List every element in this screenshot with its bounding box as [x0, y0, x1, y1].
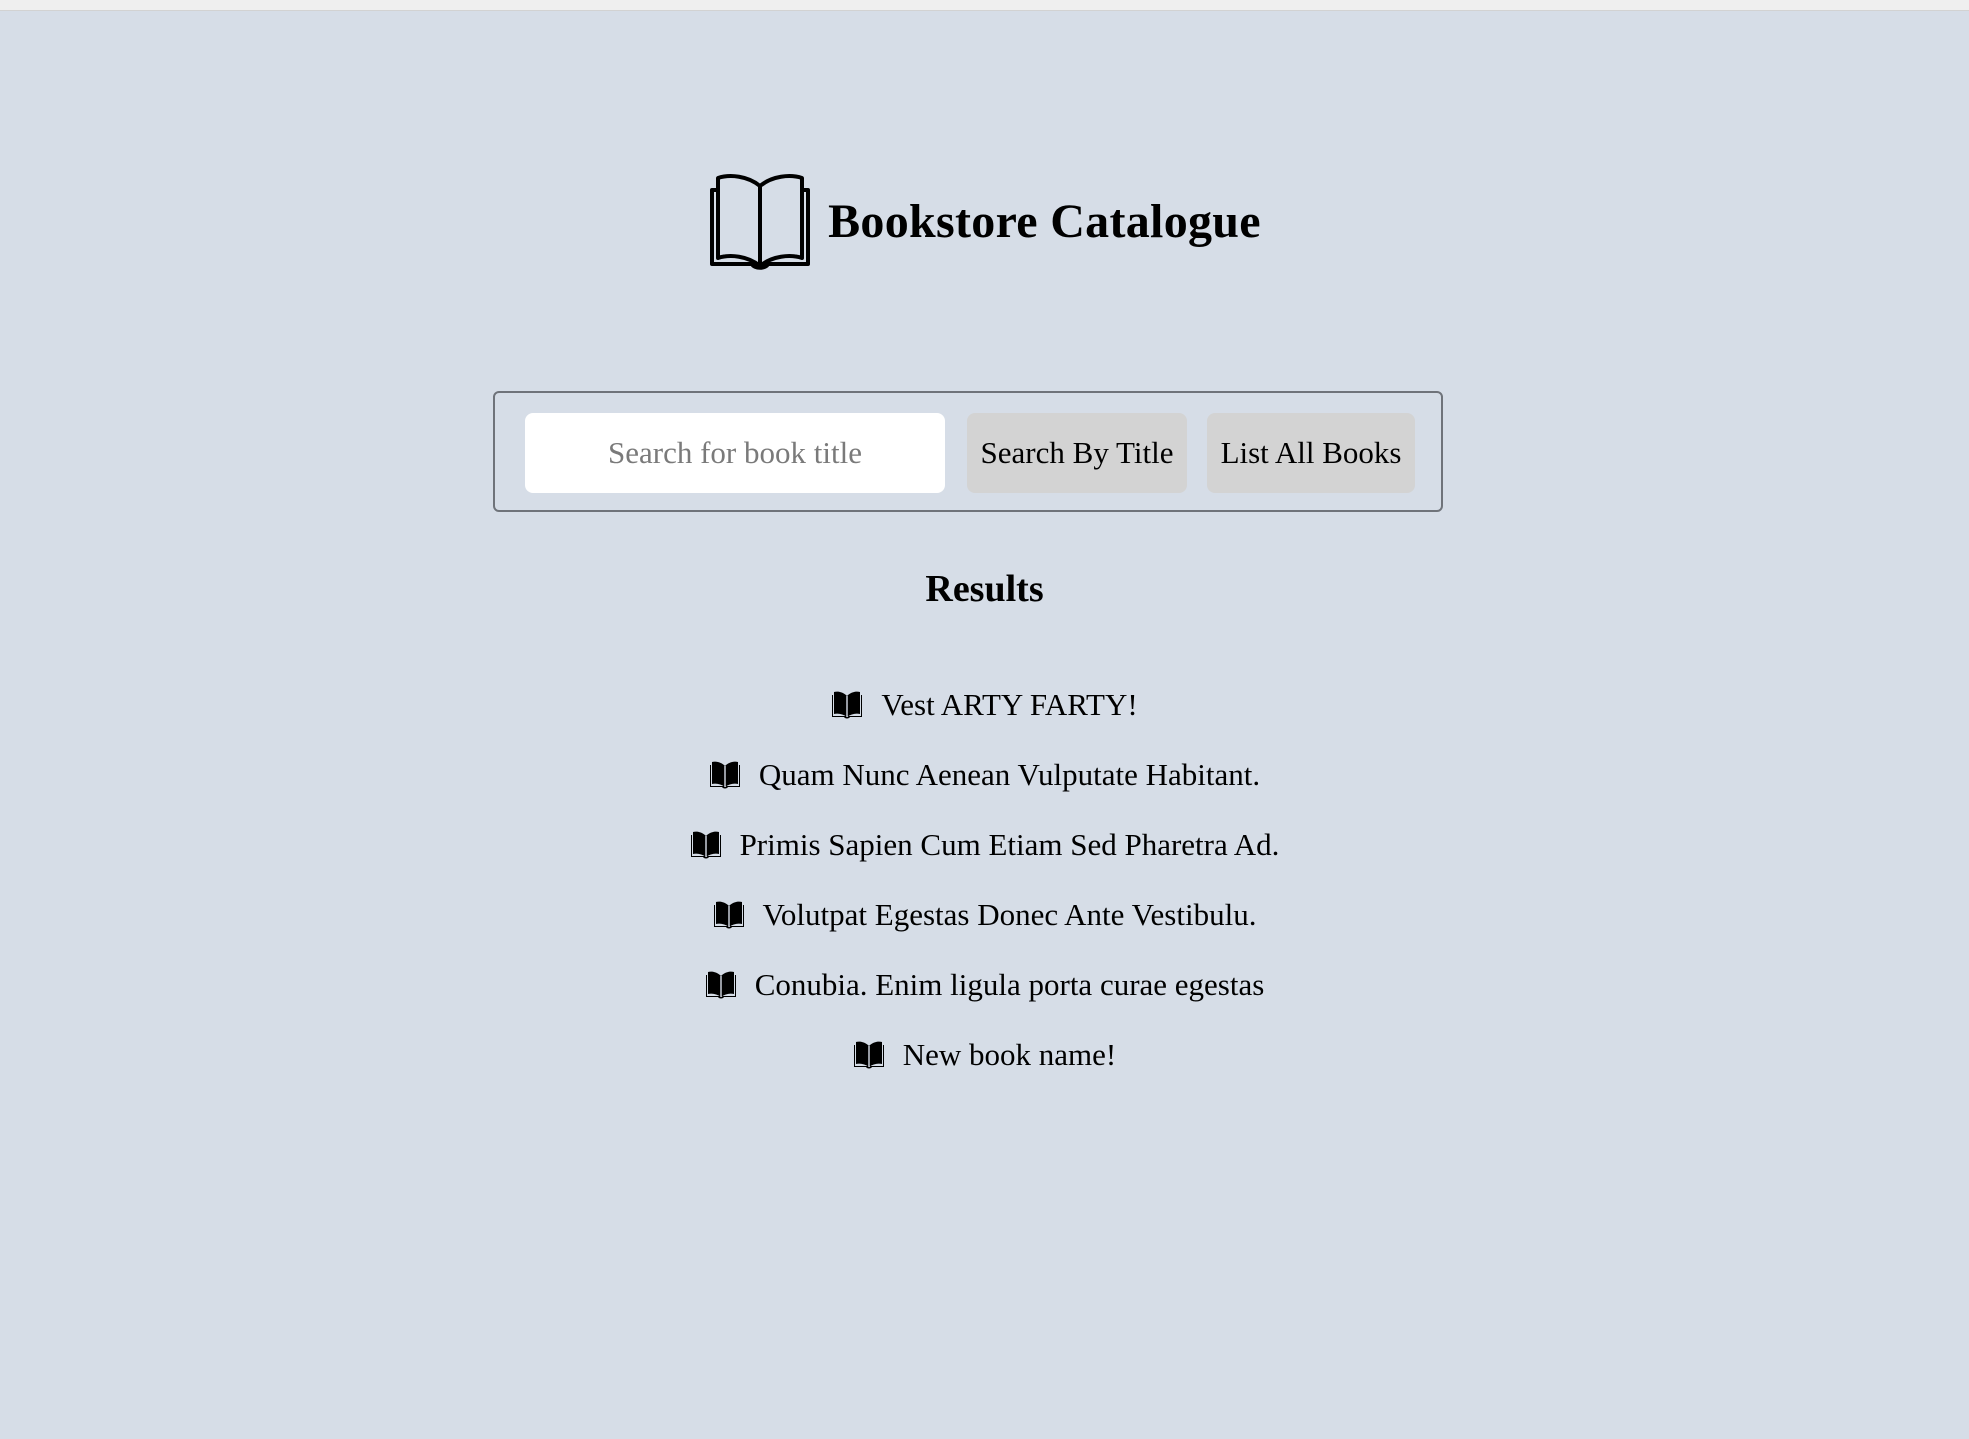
- open-book-logo-icon: [708, 172, 812, 272]
- page-title: Bookstore Catalogue: [828, 195, 1261, 248]
- list-item: New book name!: [0, 1020, 1969, 1090]
- list-item: Vest ARTY FARTY!: [0, 670, 1969, 740]
- list-item: Primis Sapien Cum Etiam Sed Pharetra Ad.: [0, 810, 1969, 880]
- book-title: Conubia. Enim ligula porta curae egestas: [754, 967, 1265, 1002]
- book-open-icon: [705, 970, 737, 1000]
- book-open-icon: [690, 830, 722, 860]
- book-open-icon: [709, 760, 741, 790]
- list-item: Conubia. Enim ligula porta curae egestas: [0, 950, 1969, 1020]
- search-panel: Search By Title List All Books: [493, 391, 1443, 512]
- page-header: Bookstore Catalogue: [0, 172, 1969, 272]
- book-title: New book name!: [902, 1037, 1117, 1072]
- book-title: Quam Nunc Aenean Vulputate Habitant.: [758, 757, 1261, 792]
- book-title: Vest ARTY FARTY!: [881, 687, 1138, 722]
- list-all-books-button[interactable]: List All Books: [1207, 413, 1415, 493]
- browser-top-strip: [0, 0, 1969, 11]
- search-input[interactable]: [525, 413, 945, 493]
- book-title: Primis Sapien Cum Etiam Sed Pharetra Ad.: [739, 827, 1280, 862]
- book-title: Volutpat Egestas Donec Ante Vestibulu.: [762, 897, 1257, 932]
- list-item: Quam Nunc Aenean Vulputate Habitant.: [0, 740, 1969, 810]
- book-open-icon: [831, 690, 863, 720]
- book-open-icon: [713, 900, 745, 930]
- search-by-title-button[interactable]: Search By Title: [967, 413, 1187, 493]
- list-item: Volutpat Egestas Donec Ante Vestibulu.: [0, 880, 1969, 950]
- results-heading: Results: [925, 568, 1044, 610]
- book-open-icon: [853, 1040, 885, 1070]
- results-list: Vest ARTY FARTY! Quam Nunc Aenean Vulput…: [0, 670, 1969, 1090]
